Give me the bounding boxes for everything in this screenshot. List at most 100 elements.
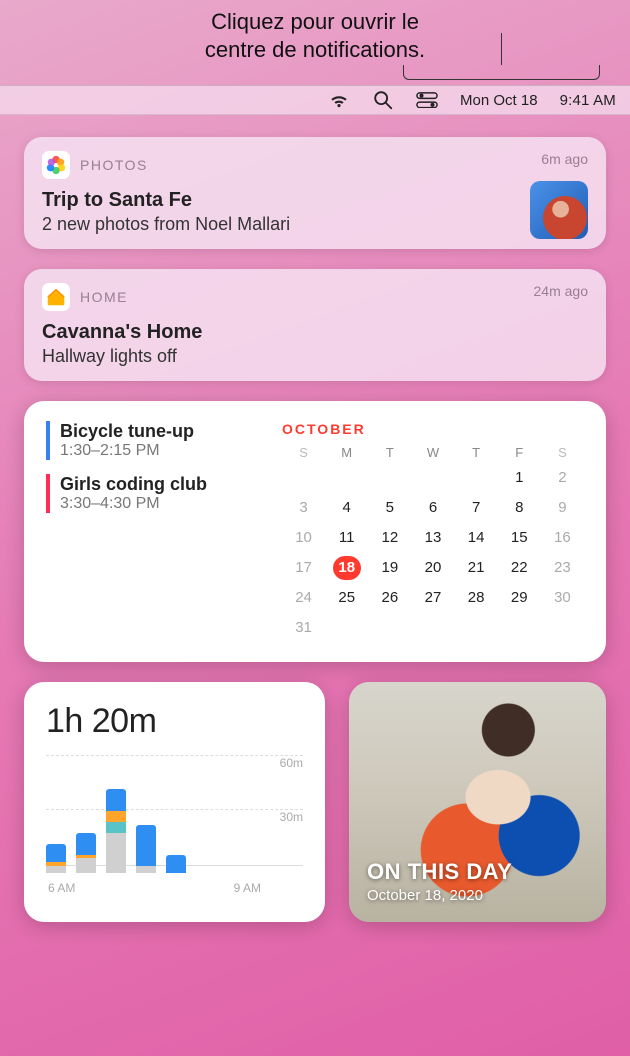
wifi-icon[interactable] <box>328 91 350 109</box>
chart-segment-orange <box>106 811 126 822</box>
calendar-day[interactable]: 1 <box>505 466 533 490</box>
memory-date: October 18, 2020 <box>367 887 512 904</box>
calendar-dow: M <box>325 445 368 460</box>
calendar-day[interactable]: 18 <box>333 556 361 580</box>
chart-bar <box>166 855 186 873</box>
calendar-month: OCTOBER SMTWTFS1234567891011121314151617… <box>282 421 584 640</box>
calendar-day[interactable]: 30 <box>548 586 576 610</box>
annotation-bracket <box>0 65 630 85</box>
calendar-day[interactable]: 21 <box>462 556 490 580</box>
calendar-day[interactable]: 22 <box>505 556 533 580</box>
calendar-dow: S <box>282 445 325 460</box>
event-title: Bicycle tune-up <box>60 421 276 442</box>
calendar-dow: W <box>411 445 454 460</box>
screen-time-chart: 60m 30m 6 AM 9 AM <box>46 747 303 897</box>
chart-xlabel: 9 AM <box>234 881 261 895</box>
calendar-day[interactable]: 29 <box>505 586 533 610</box>
calendar-day[interactable]: 6 <box>419 496 447 520</box>
memory-title: ON THIS DAY <box>367 859 512 885</box>
annotation-line-1: Cliquez pour ouvrir le <box>0 8 630 36</box>
chart-segment-gray <box>136 866 156 873</box>
chart-xlabel: 6 AM <box>48 881 75 895</box>
chart-segment-gray <box>106 833 126 873</box>
calendar-event[interactable]: Girls coding club 3:30–4:30 PM <box>46 474 276 513</box>
calendar-month-label: OCTOBER <box>282 421 584 437</box>
chart-segment-blue <box>136 825 156 865</box>
notification-app-name: HOME <box>80 289 128 305</box>
calendar-day[interactable]: 31 <box>290 616 318 640</box>
calendar-day[interactable]: 15 <box>505 526 533 550</box>
notification-app-name: PHOTOS <box>80 157 148 173</box>
calendar-day[interactable]: 27 <box>419 586 447 610</box>
screen-time-total: 1h 20m <box>46 702 303 741</box>
calendar-blank <box>411 466 454 490</box>
calendar-day[interactable]: 14 <box>462 526 490 550</box>
chart-segment-teal <box>106 822 126 833</box>
calendar-dow: F <box>498 445 541 460</box>
calendar-day[interactable]: 2 <box>548 466 576 490</box>
chart-segment-blue <box>166 855 186 873</box>
control-center-icon[interactable] <box>416 91 438 109</box>
event-time: 1:30–2:15 PM <box>60 442 276 460</box>
calendar-event[interactable]: Bicycle tune-up 1:30–2:15 PM <box>46 421 276 460</box>
annotation-line-2: centre de notifications. <box>0 36 630 64</box>
calendar-day[interactable]: 24 <box>290 586 318 610</box>
calendar-day[interactable]: 23 <box>548 556 576 580</box>
annotation-callout: Cliquez pour ouvrir le centre de notific… <box>0 0 630 85</box>
calendar-day[interactable]: 10 <box>290 526 318 550</box>
home-app-icon <box>42 283 70 311</box>
photos-app-icon <box>42 151 70 179</box>
chart-segment-gray <box>46 866 66 873</box>
calendar-day[interactable]: 20 <box>419 556 447 580</box>
calendar-day[interactable]: 19 <box>376 556 404 580</box>
calendar-day[interactable]: 5 <box>376 496 404 520</box>
event-time: 3:30–4:30 PM <box>60 495 276 513</box>
screen-time-widget[interactable]: 1h 20m 60m 30m 6 AM 9 AM <box>24 682 325 922</box>
calendar-day[interactable]: 8 <box>505 496 533 520</box>
calendar-events: Bicycle tune-up 1:30–2:15 PM Girls codin… <box>46 421 276 640</box>
calendar-day[interactable]: 17 <box>290 556 318 580</box>
notification-time: 6m ago <box>541 151 588 167</box>
calendar-dow: S <box>541 445 584 460</box>
calendar-blank <box>455 466 498 490</box>
chart-bar <box>76 833 96 873</box>
menubar-clock[interactable]: 9:41 AM <box>560 92 616 109</box>
chart-segment-blue <box>46 844 66 862</box>
calendar-widget[interactable]: Bicycle tune-up 1:30–2:15 PM Girls codin… <box>24 401 606 662</box>
calendar-day[interactable]: 28 <box>462 586 490 610</box>
calendar-day[interactable]: 13 <box>419 526 447 550</box>
notification-body: 2 new photos from Noel Mallari <box>42 214 588 235</box>
menubar-date[interactable]: Mon Oct 18 <box>460 92 538 109</box>
calendar-day[interactable]: 7 <box>462 496 490 520</box>
calendar-day[interactable]: 16 <box>548 526 576 550</box>
chart-segment-blue <box>106 789 126 811</box>
notification-time: 24m ago <box>534 283 588 299</box>
calendar-day[interactable]: 4 <box>333 496 361 520</box>
calendar-blank <box>282 466 325 490</box>
notification-center-panel: PHOTOS 6m ago Trip to Santa Fe 2 new pho… <box>0 115 630 944</box>
calendar-day[interactable]: 9 <box>548 496 576 520</box>
chart-segment-gray <box>76 858 96 873</box>
notification-thumbnail <box>530 181 588 239</box>
calendar-day[interactable]: 12 <box>376 526 404 550</box>
calendar-day[interactable]: 3 <box>290 496 318 520</box>
calendar-day[interactable]: 11 <box>333 526 361 550</box>
chart-segment-blue <box>76 833 96 855</box>
calendar-dow: T <box>368 445 411 460</box>
notification-body: Hallway lights off <box>42 346 588 367</box>
photos-memory-widget[interactable]: ON THIS DAY October 18, 2020 <box>349 682 606 922</box>
notification-title: Cavanna's Home <box>42 321 588 344</box>
calendar-blank <box>325 466 368 490</box>
chart-bar <box>136 825 156 873</box>
calendar-day[interactable]: 26 <box>376 586 404 610</box>
calendar-dow: T <box>455 445 498 460</box>
calendar-blank <box>368 466 411 490</box>
chart-bar <box>106 789 126 873</box>
menu-bar: Mon Oct 18 9:41 AM <box>0 85 630 115</box>
chart-bar <box>46 844 66 873</box>
notification-title: Trip to Santa Fe <box>42 189 588 212</box>
notification-home[interactable]: HOME 24m ago Cavanna's Home Hallway ligh… <box>24 269 606 381</box>
spotlight-search-icon[interactable] <box>372 91 394 109</box>
notification-photos[interactable]: PHOTOS 6m ago Trip to Santa Fe 2 new pho… <box>24 137 606 249</box>
calendar-day[interactable]: 25 <box>333 586 361 610</box>
